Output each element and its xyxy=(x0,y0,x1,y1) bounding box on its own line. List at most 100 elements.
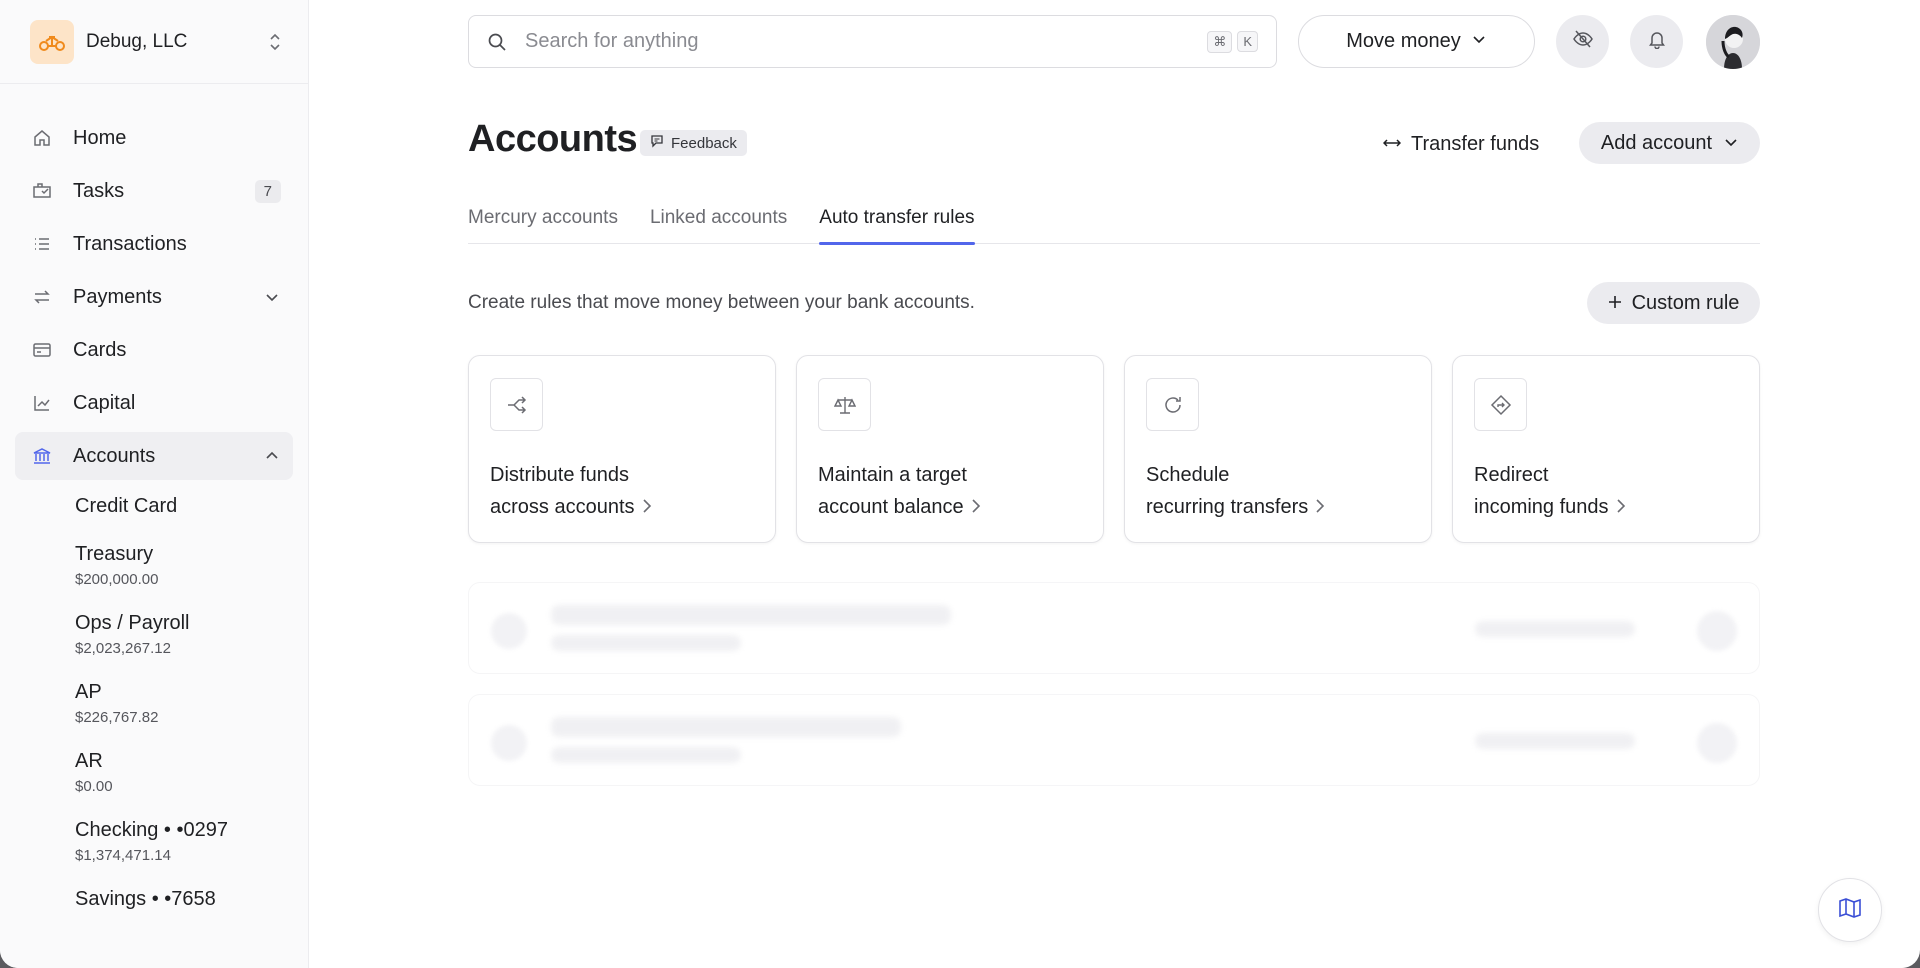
rule-card-line1: Redirect xyxy=(1474,464,1549,486)
nav-item-tasks[interactable]: Tasks 7 xyxy=(15,167,293,215)
skeleton-avatar xyxy=(1697,723,1737,763)
nav-item-capital[interactable]: Capital xyxy=(15,379,293,427)
account-balance: $226,767.82 xyxy=(75,709,159,726)
account-name: Savings • •7658 xyxy=(75,888,216,910)
map-icon xyxy=(1838,897,1862,924)
org-switcher[interactable]: Debug, LLC xyxy=(0,0,308,84)
chevron-right-icon xyxy=(970,497,982,515)
account-tabs: Mercury accounts Linked accounts Auto tr… xyxy=(468,198,1760,245)
account-item-ops-payroll[interactable]: Ops / Payroll $2,023,267.12 xyxy=(0,610,308,657)
rule-card-target-balance[interactable]: Maintain a target account balance xyxy=(796,355,1104,543)
add-account-button[interactable]: Add account xyxy=(1579,122,1760,164)
nav-label: Cards xyxy=(73,338,127,361)
transfer-funds-label: Transfer funds xyxy=(1411,132,1540,155)
account-item-ar[interactable]: AR $0.00 xyxy=(0,748,308,795)
account-name: Treasury xyxy=(75,543,154,565)
nav-item-cards[interactable]: Cards xyxy=(15,326,293,374)
skeleton-avatar xyxy=(491,613,527,649)
org-name: Debug, LLC xyxy=(86,30,188,52)
rule-template-cards: Distribute funds across accounts Maintai… xyxy=(468,355,1760,543)
nav-label: Payments xyxy=(73,285,162,308)
chevron-down-icon xyxy=(1471,30,1487,53)
nav-label: Capital xyxy=(73,391,136,414)
skeleton-line xyxy=(551,747,741,763)
nav-item-accounts[interactable]: Accounts xyxy=(15,432,293,480)
list-icon xyxy=(31,233,53,255)
nav-item-home[interactable]: Home xyxy=(15,114,293,162)
chevron-right-icon xyxy=(1314,497,1326,515)
tab-auto-transfer-rules[interactable]: Auto transfer rules xyxy=(819,198,975,245)
chevron-up-icon xyxy=(263,447,281,465)
search-icon xyxy=(487,32,507,52)
shortcut-k-key: K xyxy=(1237,31,1258,52)
chevron-right-icon xyxy=(1615,497,1627,515)
chart-icon xyxy=(31,392,53,414)
plus-icon xyxy=(1608,292,1622,315)
chevron-up-down-icon xyxy=(268,32,282,52)
account-item-checking[interactable]: Checking • •0297 $1,374,471.14 xyxy=(0,817,308,864)
hide-balances-button[interactable] xyxy=(1556,15,1609,68)
move-money-button[interactable]: Move money xyxy=(1298,15,1535,68)
notifications-button[interactable] xyxy=(1630,15,1683,68)
scale-icon xyxy=(818,378,871,431)
rules-intro-text: Create rules that move money between you… xyxy=(468,292,975,313)
account-item-credit-card[interactable]: Credit Card xyxy=(0,493,308,519)
account-balance: $1,374,471.14 xyxy=(75,847,171,864)
split-icon xyxy=(490,378,543,431)
nav-label: Home xyxy=(73,126,127,149)
main-nav: Home Tasks 7 Transactions Payments Cards… xyxy=(0,84,308,912)
transfer-funds-button[interactable]: Transfer funds xyxy=(1382,124,1540,164)
chevron-down-icon xyxy=(1724,132,1738,155)
rule-card-line2: across accounts xyxy=(490,496,635,518)
feedback-label: Feedback xyxy=(671,134,737,152)
chevron-right-icon xyxy=(641,497,653,515)
account-item-ap[interactable]: AP $226,767.82 xyxy=(0,679,308,726)
nav-label: Accounts xyxy=(73,444,156,467)
message-icon xyxy=(650,134,664,152)
rule-card-line1: Maintain a target xyxy=(818,464,967,486)
add-account-label: Add account xyxy=(1600,131,1713,154)
loading-skeleton-row xyxy=(468,582,1760,674)
arrows-horizontal-icon xyxy=(1382,133,1402,156)
nav-label: Tasks xyxy=(73,179,125,202)
search-bar[interactable]: ⌘ K xyxy=(468,15,1277,68)
rule-card-title: Redirect incoming funds xyxy=(1474,459,1627,523)
nav-label: Transactions xyxy=(73,232,187,255)
rule-card-line1: Distribute funds xyxy=(490,464,629,486)
sidebar: Debug, LLC Home Tasks 7 Transactions Pay… xyxy=(0,0,309,968)
account-item-savings[interactable]: Savings • •7658 xyxy=(0,886,308,912)
account-name: AP xyxy=(75,681,102,703)
skeleton-line xyxy=(551,717,901,737)
guide-map-button[interactable] xyxy=(1818,878,1882,942)
move-money-label: Move money xyxy=(1346,30,1461,52)
skeleton-line xyxy=(1475,621,1635,637)
search-input[interactable] xyxy=(525,30,1203,53)
bank-icon xyxy=(31,445,53,467)
account-item-treasury[interactable]: Treasury $200,000.00 xyxy=(0,541,308,588)
skeleton-line xyxy=(551,605,951,625)
account-name: Ops / Payroll xyxy=(75,612,190,634)
tasks-count-badge: 7 xyxy=(254,179,281,203)
transfer-icon xyxy=(31,286,53,308)
org-logo-icon xyxy=(39,35,65,51)
tab-mercury-accounts[interactable]: Mercury accounts xyxy=(468,198,618,244)
feedback-button[interactable]: Feedback xyxy=(640,130,747,156)
user-avatar[interactable] xyxy=(1706,15,1760,69)
nav-item-transactions[interactable]: Transactions xyxy=(15,220,293,268)
bell-icon xyxy=(1648,29,1666,54)
custom-rule-label: Custom rule xyxy=(1631,291,1740,314)
skeleton-avatar xyxy=(491,725,527,761)
rule-card-recurring-transfers[interactable]: Schedule recurring transfers xyxy=(1124,355,1432,543)
custom-rule-button[interactable]: Custom rule xyxy=(1587,282,1760,324)
chevron-down-icon xyxy=(263,288,281,306)
rule-card-distribute-funds[interactable]: Distribute funds across accounts xyxy=(468,355,776,543)
tab-linked-accounts[interactable]: Linked accounts xyxy=(650,198,787,244)
account-balance: $2,023,267.12 xyxy=(75,640,171,657)
account-balance: $0.00 xyxy=(75,778,113,795)
rule-card-redirect-funds[interactable]: Redirect incoming funds xyxy=(1452,355,1760,543)
account-name: Credit Card xyxy=(75,495,178,517)
card-icon xyxy=(31,339,53,361)
rule-card-line2: incoming funds xyxy=(1474,496,1609,518)
nav-item-payments[interactable]: Payments xyxy=(15,273,293,321)
rule-card-line2: account balance xyxy=(818,496,964,518)
